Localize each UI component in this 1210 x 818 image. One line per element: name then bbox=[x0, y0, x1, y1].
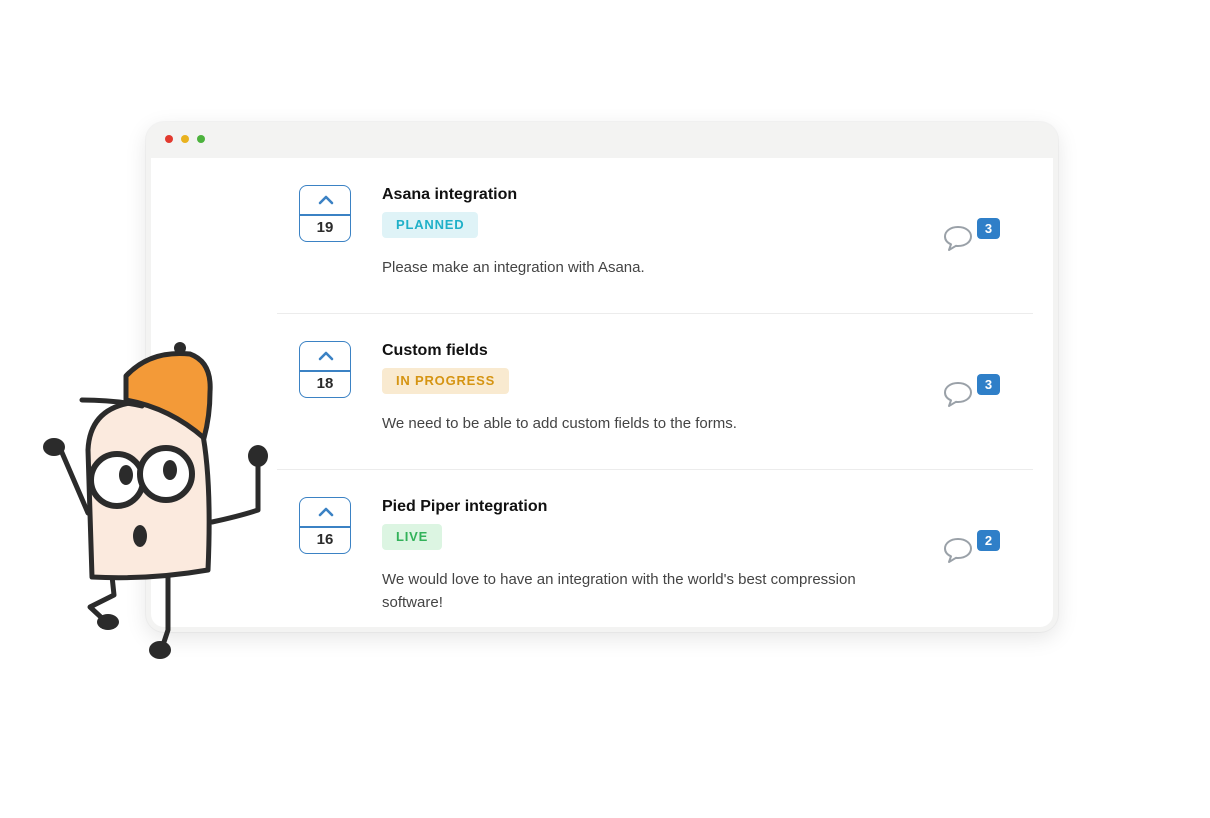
post-item[interactable]: 19 Asana integration PLANNED Please make… bbox=[277, 158, 1033, 314]
mascot-illustration bbox=[43, 342, 268, 659]
vote-count: 18 bbox=[316, 375, 334, 392]
post-title[interactable]: Pied Piper integration bbox=[382, 498, 547, 516]
chevron-up-icon bbox=[300, 342, 350, 370]
post-description: We would love to have an integration wit… bbox=[382, 571, 856, 611]
feature-request-list: 19 Asana integration PLANNED Please make… bbox=[151, 158, 1053, 627]
upvote-button[interactable]: 18 bbox=[299, 341, 351, 398]
vote-divider bbox=[300, 526, 350, 528]
chevron-up-icon bbox=[300, 498, 350, 526]
speech-bubble-icon bbox=[944, 226, 972, 251]
upvote-button[interactable]: 16 bbox=[299, 497, 351, 554]
window-titlebar bbox=[146, 122, 1058, 158]
chevron-up-icon bbox=[300, 186, 350, 214]
vote-count: 16 bbox=[316, 531, 334, 548]
status-badge: LIVE bbox=[382, 524, 443, 550]
comment-count: 2 bbox=[977, 530, 1000, 551]
close-window-button[interactable] bbox=[165, 135, 173, 143]
status-badge: PLANNED bbox=[382, 212, 479, 238]
comment-count: 3 bbox=[977, 374, 1000, 395]
speech-bubble-icon bbox=[944, 382, 972, 407]
comment-count: 3 bbox=[977, 218, 1000, 239]
post-title[interactable]: Custom fields bbox=[382, 342, 488, 360]
upvote-button[interactable]: 19 bbox=[299, 185, 351, 242]
status-badge: IN PROGRESS bbox=[382, 368, 510, 394]
comments-button[interactable]: 3 bbox=[942, 374, 1002, 414]
vote-divider bbox=[300, 370, 350, 372]
maximize-window-button[interactable] bbox=[197, 135, 205, 143]
post-title[interactable]: Asana integration bbox=[382, 186, 517, 204]
post-description: We need to be able to add custom fields … bbox=[382, 415, 737, 432]
post-item[interactable]: 18 Custom fields IN PROGRESS We need to … bbox=[277, 314, 1033, 470]
post-description: Please make an integration with Asana. bbox=[382, 259, 645, 276]
vote-count: 19 bbox=[316, 219, 334, 236]
vote-divider bbox=[300, 214, 350, 216]
comments-button[interactable]: 3 bbox=[942, 218, 1002, 258]
post-item[interactable]: 16 Pied Piper integration LIVE We would … bbox=[277, 470, 1033, 626]
comments-button[interactable]: 2 bbox=[942, 530, 1002, 570]
app-window: 19 Asana integration PLANNED Please make… bbox=[146, 122, 1058, 632]
speech-bubble-icon bbox=[944, 538, 972, 563]
minimize-window-button[interactable] bbox=[181, 135, 189, 143]
